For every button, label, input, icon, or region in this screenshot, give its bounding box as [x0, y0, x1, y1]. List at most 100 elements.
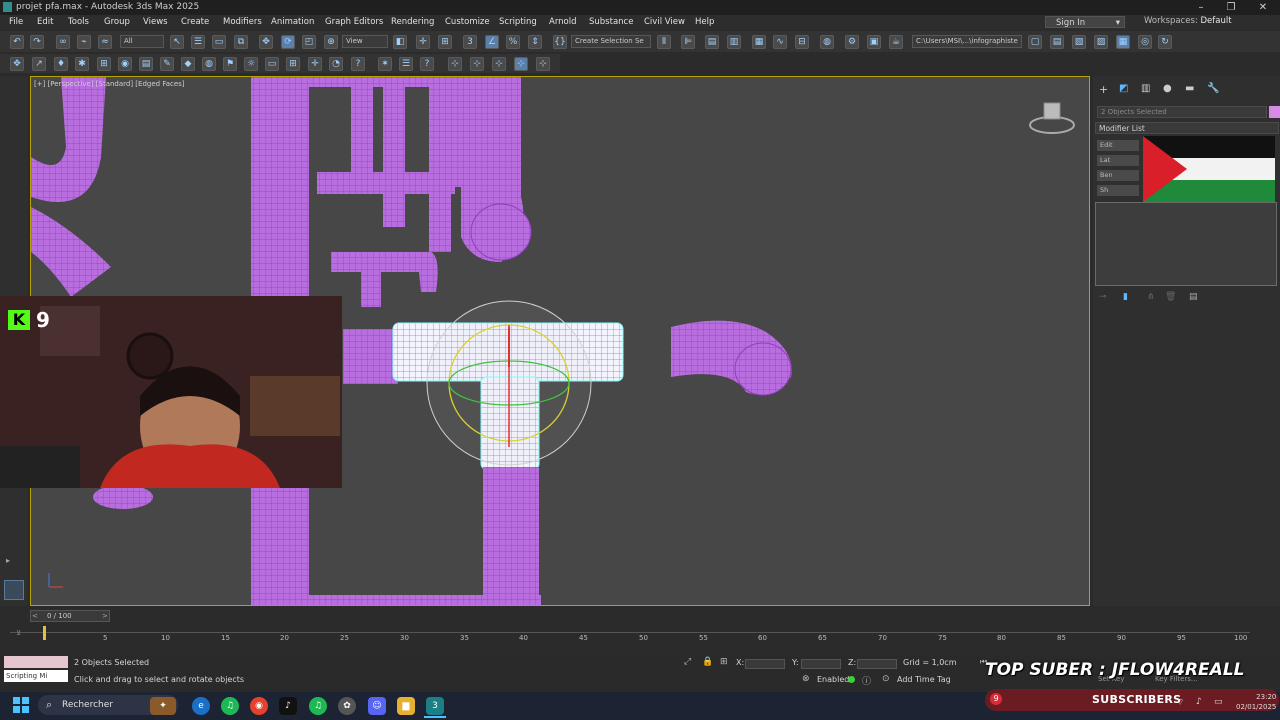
- maximize-icon[interactable]: ❐: [1220, 0, 1242, 15]
- discord-icon[interactable]: ☺: [368, 697, 386, 715]
- menu-group[interactable]: Group: [101, 15, 133, 30]
- named-selection-icon[interactable]: {}: [553, 35, 567, 49]
- menu-animation[interactable]: Animation: [268, 15, 317, 30]
- object-color-swatch[interactable]: [1269, 106, 1280, 118]
- paint-icon[interactable]: ✎: [160, 57, 174, 71]
- select-manipulate-icon[interactable]: ✛: [416, 35, 430, 49]
- chatgpt-icon[interactable]: ✿: [338, 697, 356, 715]
- viewport-label[interactable]: [+] [Perspective] [Standard] [Edged Face…: [34, 80, 185, 88]
- bind-space-warp-icon[interactable]: ≈: [98, 35, 112, 49]
- tiktok-icon[interactable]: ♪: [279, 697, 297, 715]
- make-unique-icon[interactable]: ⋔: [1147, 292, 1155, 302]
- x-coordinate-field[interactable]: [745, 659, 785, 669]
- menu-civil-view[interactable]: Civil View: [641, 15, 688, 30]
- menu-customize[interactable]: Customize: [442, 15, 493, 30]
- create-geometry-icon[interactable]: ✥: [10, 57, 24, 71]
- info-icon[interactable]: ⓘ: [862, 674, 871, 687]
- help-circle-icon[interactable]: ?: [420, 57, 434, 71]
- transform-gizmo-icon[interactable]: ✛: [308, 57, 322, 71]
- undo-icon[interactable]: ↶: [10, 35, 24, 49]
- list-icon[interactable]: ☰: [399, 57, 413, 71]
- menu-edit[interactable]: Edit: [34, 15, 56, 30]
- mirror-icon[interactable]: ⫴: [657, 35, 671, 49]
- next-frame-icon[interactable]: >: [102, 612, 108, 620]
- snap-edge-icon[interactable]: ⊹: [492, 57, 506, 71]
- grid-icon[interactable]: ⊞: [286, 57, 300, 71]
- file-explorer-icon[interactable]: ▆: [397, 697, 415, 715]
- filter-icon[interactable]: ⊻: [16, 629, 21, 637]
- time-slider[interactable]: 0 / 100: [30, 610, 110, 622]
- time-tag-icon[interactable]: ⊗: [802, 674, 810, 684]
- spinner-snap-icon[interactable]: ⇕: [528, 35, 542, 49]
- utilities-icon[interactable]: ▨: [1094, 35, 1108, 49]
- material-icon[interactable]: ◍: [202, 57, 216, 71]
- tray-volume-icon[interactable]: ♪: [1196, 697, 1202, 707]
- tray-wifi-icon[interactable]: ⌔: [1176, 697, 1184, 708]
- curve-editor-icon[interactable]: ∿: [773, 35, 787, 49]
- spotify-2-icon[interactable]: ♫: [309, 697, 327, 715]
- selection-lock-icon[interactable]: 🔒: [702, 657, 713, 667]
- menu-scripting[interactable]: Scripting: [496, 15, 540, 30]
- y-coordinate-field[interactable]: [801, 659, 841, 669]
- tag-icon[interactable]: ⊙: [882, 674, 890, 684]
- viewport-layout-icon[interactable]: ▦: [1116, 35, 1130, 49]
- rendered-frame-icon[interactable]: ▣: [867, 35, 881, 49]
- snap-face-icon[interactable]: ⊹: [514, 57, 528, 71]
- project-path-field[interactable]: C:\Users\MSI\...\infographiste: [912, 35, 1022, 48]
- modeling-icon[interactable]: ◆: [181, 57, 195, 71]
- sign-in-button[interactable]: Sign In ▾: [1045, 16, 1125, 28]
- menu-tools[interactable]: Tools: [65, 15, 92, 30]
- viewport-layout-tab[interactable]: [4, 580, 24, 600]
- stack-item[interactable]: Lat: [1097, 155, 1139, 166]
- remove-modifier-icon[interactable]: 🗑: [1165, 292, 1176, 302]
- populate-icon[interactable]: ✶: [378, 57, 392, 71]
- cameras-icon[interactable]: ✱: [75, 57, 89, 71]
- viewcube-icon[interactable]: [1027, 101, 1077, 137]
- enabled-indicator[interactable]: [848, 676, 855, 683]
- schematic-view-icon[interactable]: ⊟: [795, 35, 809, 49]
- menu-create[interactable]: Create: [178, 15, 212, 30]
- object-name-field[interactable]: 2 Objects Selected: [1097, 106, 1267, 118]
- display-panel-icon[interactable]: ▤: [1050, 35, 1064, 49]
- spacewarps-icon[interactable]: ◉: [118, 57, 132, 71]
- configure-sets-icon[interactable]: ▤: [1189, 292, 1198, 302]
- bulb-icon[interactable]: ☼: [244, 57, 258, 71]
- snap-pivot-icon[interactable]: ⊹: [536, 57, 550, 71]
- sync-icon[interactable]: ↻: [1158, 35, 1172, 49]
- isolate-selection-icon[interactable]: ⤢: [684, 657, 691, 667]
- question-icon[interactable]: ?: [351, 57, 365, 71]
- render-setup-icon[interactable]: ⚙: [845, 35, 859, 49]
- 3ds-max-icon[interactable]: 3: [426, 697, 444, 715]
- tray-battery-icon[interactable]: ▭: [1214, 697, 1223, 707]
- motion-tab-icon[interactable]: ●: [1163, 83, 1172, 94]
- create-tab-icon[interactable]: +: [1099, 83, 1108, 96]
- link-icon[interactable]: ∞: [56, 35, 70, 49]
- modifier-stack[interactable]: [1095, 202, 1277, 286]
- unlink-icon[interactable]: ⌁: [77, 35, 91, 49]
- menu-views[interactable]: Views: [140, 15, 171, 30]
- lights-icon[interactable]: ♦: [54, 57, 68, 71]
- spotify-icon[interactable]: ♫: [221, 697, 239, 715]
- taskbar-clock[interactable]: 23:20 02/01/2025: [1236, 692, 1276, 712]
- modify-tab-icon[interactable]: ◩: [1119, 83, 1128, 94]
- camera-sequencer-icon[interactable]: ⚑: [223, 57, 237, 71]
- redo-icon[interactable]: ↷: [30, 35, 44, 49]
- rectangular-selection-icon[interactable]: ▭: [212, 35, 226, 49]
- percent-snap-icon[interactable]: %: [506, 35, 520, 49]
- select-object-icon[interactable]: ↖: [170, 35, 184, 49]
- absolute-mode-icon[interactable]: ⊞: [720, 657, 728, 667]
- render-icon[interactable]: ☕: [889, 35, 903, 49]
- frame-icon[interactable]: ▭: [265, 57, 279, 71]
- menu-rendering[interactable]: Rendering: [388, 15, 437, 30]
- angle-snap-icon[interactable]: ∠: [485, 35, 499, 49]
- windows-start-icon[interactable]: [13, 697, 29, 713]
- close-icon[interactable]: ✕: [1252, 0, 1274, 15]
- time-cursor[interactable]: [43, 626, 46, 640]
- align-icon[interactable]: ⊫: [681, 35, 695, 49]
- keyboard-shortcut-icon[interactable]: ⊞: [438, 35, 452, 49]
- layer-explorer-icon[interactable]: ▥: [727, 35, 741, 49]
- show-end-result-icon[interactable]: ▮: [1123, 292, 1128, 302]
- project-folder-icon[interactable]: ▢: [1028, 35, 1042, 49]
- snap-vertex-icon[interactable]: ⊹: [470, 57, 484, 71]
- scale-icon[interactable]: ◰: [302, 35, 316, 49]
